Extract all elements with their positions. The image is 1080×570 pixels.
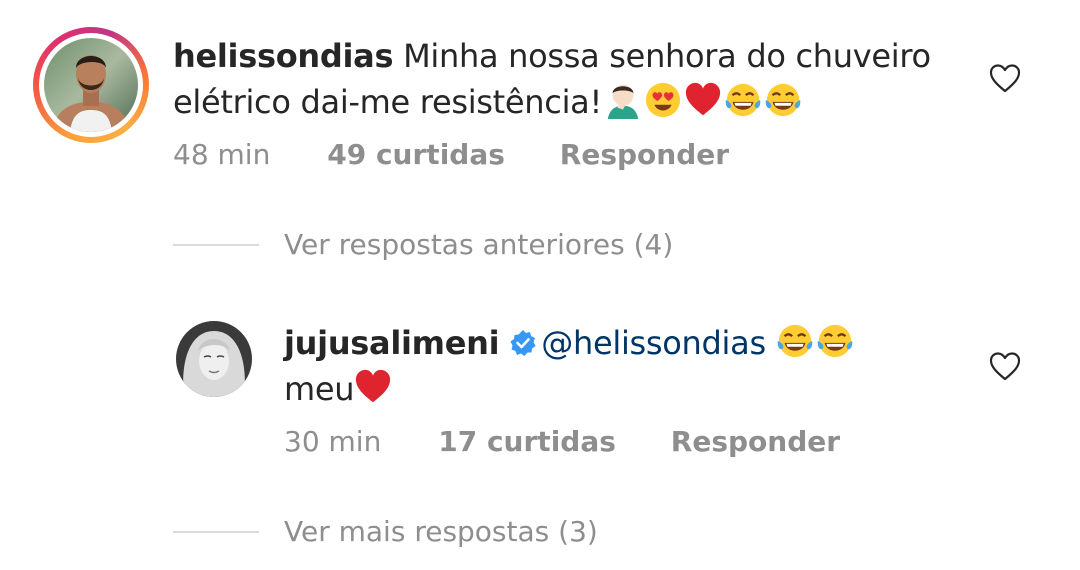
reply-time: 30 min (284, 425, 382, 458)
tears-of-joy-emoji (777, 324, 813, 358)
reply-button[interactable]: Responder (671, 425, 840, 458)
reply-meta: 30 min 17 curtidas Responder (284, 425, 840, 458)
avatar[interactable] (44, 38, 138, 132)
heart-eyes-emoji (645, 82, 681, 118)
reply-body: jujusalimeni @helissondias meu (284, 320, 924, 412)
reply-text: meu (284, 370, 355, 408)
comment-emojis (602, 82, 802, 121)
reply-button[interactable]: Responder (560, 138, 729, 171)
reply-emojis (766, 324, 854, 362)
red-heart-emoji (356, 369, 391, 403)
story-ring[interactable] (33, 27, 149, 143)
view-previous-replies-link[interactable]: Ver respostas anteriores (4) (284, 228, 673, 261)
comment-body: helissondias Minha nossa senhora do chuv… (173, 33, 973, 125)
replies-divider (173, 244, 259, 246)
comment-time: 48 min (173, 138, 271, 171)
comment-username[interactable]: helissondias (173, 37, 394, 75)
view-more-replies-link[interactable]: Ver mais respostas (3) (284, 515, 598, 548)
comment-meta: 48 min 49 curtidas Responder (173, 138, 729, 171)
replies-divider (173, 531, 259, 533)
mention-link[interactable]: @helissondias (541, 324, 766, 362)
man-facepalming-emoji (607, 84, 639, 119)
avatar[interactable] (176, 321, 252, 397)
like-heart-icon[interactable] (988, 350, 1022, 382)
likes-count[interactable]: 17 curtidas (438, 425, 616, 458)
tears-of-joy-emoji (765, 83, 801, 117)
tears-of-joy-emoji (817, 324, 853, 358)
likes-count[interactable]: 49 curtidas (327, 138, 505, 171)
like-heart-icon[interactable] (988, 62, 1022, 94)
red-heart-emoji (685, 82, 721, 116)
verified-badge-icon (510, 330, 536, 356)
reply-username[interactable]: jujusalimeni (284, 324, 500, 362)
tears-of-joy-emoji (725, 83, 761, 117)
